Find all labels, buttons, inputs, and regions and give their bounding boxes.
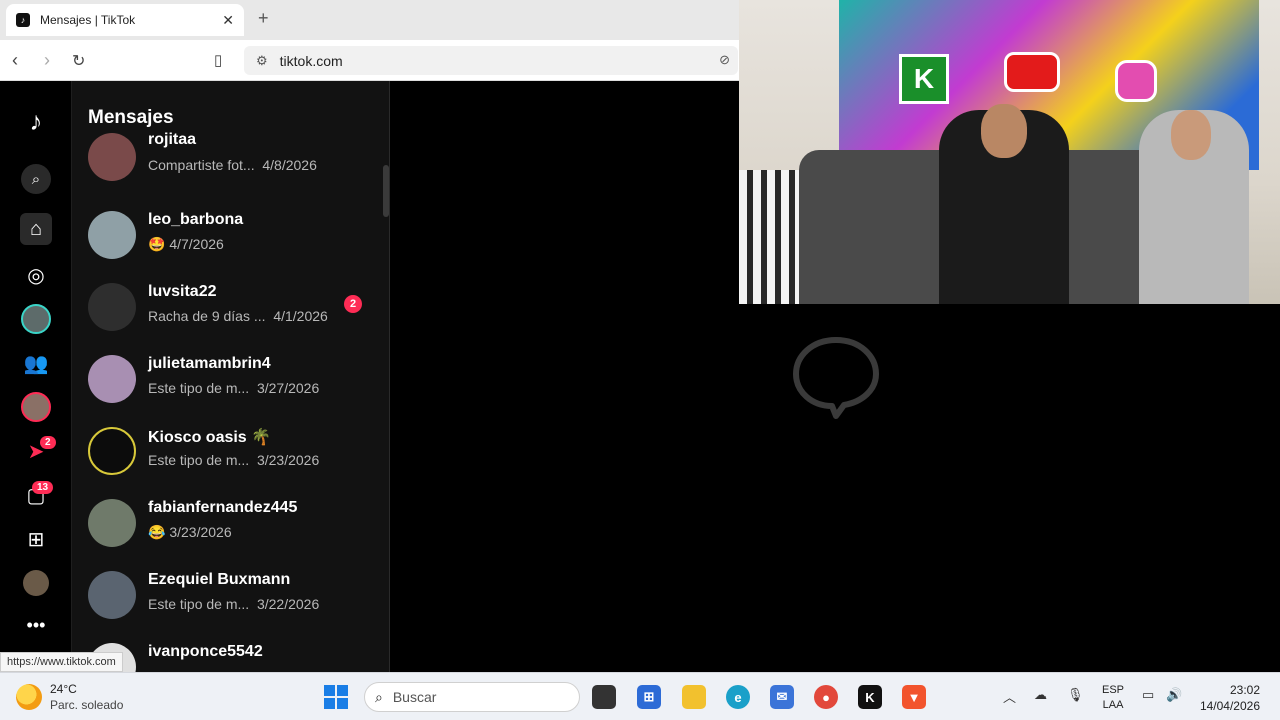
chrome-icon[interactable]: ● bbox=[814, 685, 838, 709]
live-avatar[interactable] bbox=[20, 391, 52, 423]
search-icon: ⌕ bbox=[375, 688, 383, 705]
conversation-item[interactable]: julietamambrin4 Este tipo de m... 3/27/2… bbox=[88, 351, 378, 411]
browser-tab[interactable]: ♪ Mensajes | TikTok ✕ bbox=[6, 4, 244, 36]
conversation-item[interactable]: luvsita22 Racha de 9 días ... 4/1/2026 2 bbox=[88, 279, 378, 339]
conversation-preview: Este tipo de m... 3/27/2026 bbox=[148, 380, 320, 396]
cast-off-icon[interactable]: ⊘ bbox=[719, 52, 730, 68]
brave-icon[interactable]: ▼ bbox=[902, 685, 926, 709]
search-nav-button[interactable]: ⌕ bbox=[20, 163, 52, 195]
edge-icon[interactable]: e bbox=[726, 685, 750, 709]
avatar bbox=[88, 427, 136, 475]
conversation-name: rojitaa bbox=[148, 131, 197, 148]
clock[interactable]: 23:02 14/04/2026 bbox=[1196, 682, 1260, 714]
youtube-logo-icon bbox=[1004, 52, 1060, 92]
avatar bbox=[21, 392, 51, 422]
search-icon: ⌕ bbox=[21, 164, 51, 194]
language-indicator[interactable]: ESP LAA bbox=[1102, 683, 1124, 713]
conversation-name: leo_barbona bbox=[148, 211, 244, 228]
person bbox=[939, 104, 1069, 304]
onedrive-icon[interactable]: ☁ bbox=[1034, 687, 1047, 703]
tray-chevron-icon[interactable]: ︿ bbox=[1003, 687, 1016, 706]
conversation-item[interactable]: fabianfernandez445 😂 3/23/2026 bbox=[88, 495, 378, 555]
avatar bbox=[88, 133, 136, 181]
tab-close-icon[interactable]: ✕ bbox=[222, 12, 234, 29]
following-avatar[interactable] bbox=[20, 303, 52, 335]
conversation-item[interactable]: rojitaa Compartiste fot... 4/8/2026 bbox=[88, 131, 378, 193]
avatar bbox=[23, 570, 49, 596]
task-view-icon[interactable] bbox=[592, 685, 616, 709]
avatar bbox=[88, 499, 136, 547]
conversation-preview: Este tipo de m... 3/23/2026 bbox=[148, 452, 320, 468]
tiktok-favicon-icon: ♪ bbox=[16, 13, 30, 27]
tiktok-logo-icon[interactable]: ♪ bbox=[20, 105, 52, 137]
video-overlay[interactable]: K bbox=[739, 0, 1280, 304]
conversation-name: luvsita22 bbox=[148, 283, 217, 300]
tab-title: Mensajes | TikTok bbox=[40, 13, 136, 27]
conversation-preview: Este tipo de m... 3/22/2026 bbox=[148, 596, 320, 612]
new-tab-button[interactable]: + bbox=[258, 8, 269, 29]
conversation-name: Ezequiel Buxmann bbox=[148, 571, 291, 588]
upload-icon[interactable]: ⊞ bbox=[20, 523, 52, 555]
profile-avatar[interactable] bbox=[20, 567, 52, 599]
browser-tab-bar: ♪ Mensajes | TikTok ✕ + bbox=[0, 0, 739, 40]
network-icon[interactable]: ▭ bbox=[1142, 687, 1154, 703]
conversation-item[interactable]: leo_barbona 🤩 4/7/2026 bbox=[88, 207, 378, 267]
weather-temp: 24°C bbox=[50, 682, 77, 696]
kick-logo-icon: K bbox=[899, 54, 949, 104]
avatar bbox=[88, 571, 136, 619]
activity-badge: 2 bbox=[40, 436, 56, 449]
conversation-preview: 🤩 4/7/2026 bbox=[148, 236, 224, 252]
messages-panel: Mensajes rojitaa Compartiste fot... 4/8/… bbox=[72, 81, 390, 672]
taskbar: 24°C Parc. soleado ⌕ Buscar ⊞ e ✉ ● K ▼ … bbox=[0, 672, 1280, 720]
microphone-icon[interactable]: 🎙 bbox=[1067, 687, 1084, 703]
forward-icon[interactable]: › bbox=[44, 50, 50, 71]
page-title: Mensajes bbox=[88, 107, 174, 128]
volume-icon[interactable]: 🔊 bbox=[1166, 687, 1182, 703]
back-icon[interactable]: ‹ bbox=[12, 50, 18, 71]
site-info-icon[interactable]: ⚙ bbox=[256, 53, 268, 69]
outlook-icon[interactable]: ✉ bbox=[770, 685, 794, 709]
weather-icon bbox=[16, 684, 42, 710]
address-bar[interactable]: ⚙ tiktok.com ⊘ bbox=[244, 46, 738, 75]
inbox-badge: 13 bbox=[32, 481, 54, 494]
search-placeholder: Buscar bbox=[392, 689, 437, 705]
weather-widget[interactable]: 24°C Parc. soleado bbox=[16, 681, 123, 713]
avatar bbox=[21, 304, 51, 334]
avatar bbox=[88, 355, 136, 403]
kick-app-icon[interactable]: K bbox=[858, 685, 882, 709]
weather-condition: Parc. soleado bbox=[50, 698, 124, 712]
more-icon[interactable]: ••• bbox=[20, 609, 52, 641]
conversation-name: Kiosco oasis 🌴 bbox=[148, 429, 272, 446]
conversation-item[interactable]: Kiosco oasis 🌴 Este tipo de m... 3/23/20… bbox=[88, 423, 378, 483]
conversation-item[interactable]: ivanponce5542 bbox=[88, 639, 378, 672]
home-icon[interactable]: ⌂ bbox=[20, 213, 52, 245]
chat-bubble-icon bbox=[793, 337, 879, 419]
friends-icon[interactable]: 👥 bbox=[20, 347, 52, 379]
tiktok-nav-rail: ♪ ⌕ ⌂ ◎ 👥 ➤ 2 ▢ 13 ⊞ ••• bbox=[0, 81, 72, 672]
start-button[interactable] bbox=[324, 685, 348, 709]
conversation-name: ivanponce5542 bbox=[148, 643, 263, 660]
reload-icon[interactable]: ↻ bbox=[72, 51, 85, 71]
conversation-name: julietamambrin4 bbox=[148, 355, 271, 372]
conversation-preview: Racha de 9 días ... 4/1/2026 bbox=[148, 308, 328, 324]
messages-scrollbar[interactable] bbox=[383, 165, 389, 217]
bookmark-icon[interactable]: ▯ bbox=[214, 51, 222, 69]
url-text: tiktok.com bbox=[279, 52, 343, 69]
explore-icon[interactable]: ◎ bbox=[20, 259, 52, 291]
avatar bbox=[88, 211, 136, 259]
conversation-preview: 😂 3/23/2026 bbox=[148, 524, 232, 540]
file-explorer-icon[interactable] bbox=[682, 685, 706, 709]
instagram-logo-icon bbox=[1115, 60, 1157, 102]
avatar bbox=[88, 283, 136, 331]
taskbar-search[interactable]: ⌕ Buscar bbox=[364, 682, 580, 712]
person bbox=[1139, 110, 1249, 304]
status-url: https://www.tiktok.com bbox=[0, 652, 123, 672]
store-icon[interactable]: ⊞ bbox=[637, 685, 661, 709]
conversation-item[interactable]: Ezequiel Buxmann Este tipo de m... 3/22/… bbox=[88, 567, 378, 627]
conversation-preview: Compartiste fot... 4/8/2026 bbox=[148, 157, 317, 173]
unread-count-badge: 2 bbox=[344, 295, 362, 313]
conversation-name: fabianfernandez445 bbox=[148, 499, 298, 516]
browser-toolbar: ‹ › ↻ ▯ ⚙ tiktok.com ⊘ bbox=[0, 40, 739, 81]
